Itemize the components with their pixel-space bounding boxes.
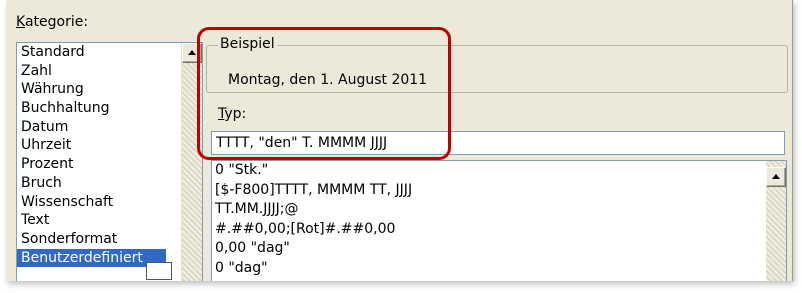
arrow-up-icon xyxy=(188,50,196,55)
format-item[interactable]: 0 "Stk." xyxy=(212,161,786,181)
format-scroll-up-button[interactable] xyxy=(766,167,786,187)
format-list-scrollbar[interactable] xyxy=(766,161,786,281)
kategorie-scroll-up-button[interactable] xyxy=(182,43,202,63)
format-dialog-panel: Kategorie: Standard Zahl Währung Buchhal… xyxy=(6,0,793,281)
kategorie-item-buchhaltung[interactable]: Buchhaltung xyxy=(17,99,202,118)
format-item[interactable]: TT.MM.JJJJ;@ xyxy=(212,200,786,220)
kategorie-item-benutzerdefiniert[interactable]: Benutzerdefiniert xyxy=(17,248,166,268)
kategorie-item-zahl[interactable]: Zahl xyxy=(17,62,202,81)
mouse-cursor-icon xyxy=(146,262,172,280)
format-code-list[interactable]: 0 "Stk." [$-F800]TTTT, MMMM TT, JJJJ TT.… xyxy=(211,160,787,281)
kategorie-item-text[interactable]: Text xyxy=(17,211,202,230)
kategorie-item-waehrung[interactable]: Währung xyxy=(17,80,202,99)
kategorie-list[interactable]: Standard Zahl Währung Buchhaltung Datum … xyxy=(16,42,203,281)
kategorie-item-bruch[interactable]: Bruch xyxy=(17,174,202,193)
kategorie-item-sonderformat[interactable]: Sonderformat xyxy=(17,230,202,249)
kategorie-item-datum[interactable]: Datum xyxy=(17,118,202,137)
format-item[interactable]: 0,00 "dag" xyxy=(212,239,786,259)
kategorie-item-standard[interactable]: Standard xyxy=(17,43,202,62)
kategorie-scrollbar[interactable] xyxy=(181,43,202,281)
format-item[interactable]: 0 "dag" xyxy=(212,259,786,279)
kategorie-item-prozent[interactable]: Prozent xyxy=(17,155,202,174)
format-item[interactable]: #.##0,00;[Rot]#.##0,00 xyxy=(212,220,786,240)
typ-input[interactable] xyxy=(211,131,785,155)
kategorie-label: Kategorie: xyxy=(16,14,89,30)
kategorie-item-uhrzeit[interactable]: Uhrzeit xyxy=(17,136,202,155)
typ-label: Typ: xyxy=(218,106,247,122)
format-item[interactable]: [$-F800]TTTT, MMMM TT, JJJJ xyxy=(212,181,786,201)
beispiel-value: Montag, den 1. August 2011 xyxy=(228,72,428,88)
arrow-up-icon xyxy=(772,174,780,179)
beispiel-title: Beispiel xyxy=(218,36,277,52)
kategorie-item-wissenschaft[interactable]: Wissenschaft xyxy=(17,193,202,212)
